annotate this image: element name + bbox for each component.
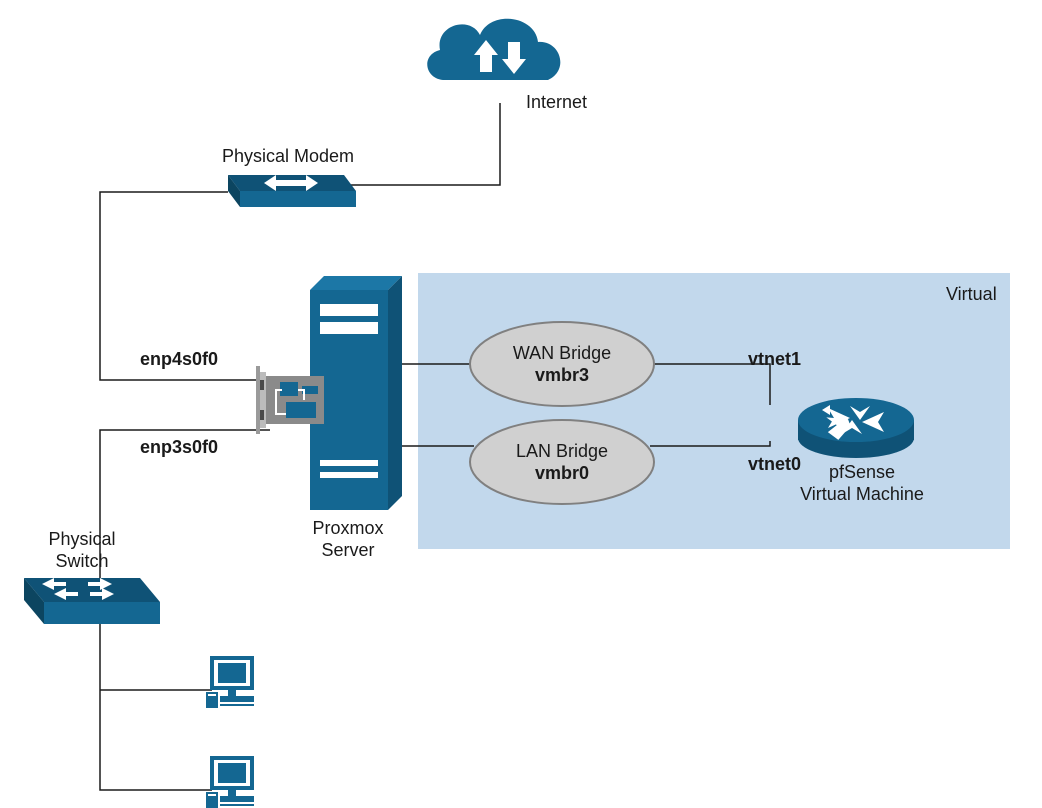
lan-bridge-label: LAN Bridge vmbr0: [472, 441, 652, 484]
modem-icon: [228, 175, 356, 207]
wan-bridge-line1: WAN Bridge: [472, 343, 652, 365]
diagram-canvas: Internet Physical Modem Physical Switch …: [0, 0, 1042, 808]
pfsense-label: pfSense Virtual Machine: [792, 462, 932, 505]
wan-bridge-line2: vmbr3: [472, 365, 652, 387]
switch-label-text: Physical Switch: [48, 529, 115, 571]
nic-icon: [256, 366, 324, 434]
virtual-box-label: Virtual: [946, 284, 997, 306]
switch-label: Physical Switch: [22, 529, 142, 572]
workstation-icon: [206, 758, 254, 808]
diagram-svg: [0, 0, 1042, 808]
wan-bridge-label: WAN Bridge vmbr3: [472, 343, 652, 386]
workstation-icon: [206, 658, 254, 708]
cloud-internet-icon: [427, 19, 560, 80]
internet-label: Internet: [526, 92, 587, 114]
modem-label: Physical Modem: [222, 146, 354, 168]
enp3-label: enp3s0f0: [140, 437, 218, 459]
virtual-container: [418, 273, 1010, 549]
vtnet1-label: vtnet1: [748, 349, 801, 371]
lan-bridge-line2: vmbr0: [472, 463, 652, 485]
enp4-label: enp4s0f0: [140, 349, 218, 371]
switch-icon: [24, 578, 160, 624]
router-icon: [798, 398, 914, 458]
proxmox-label: Proxmox Server: [288, 518, 408, 561]
lan-bridge-line1: LAN Bridge: [472, 441, 652, 463]
